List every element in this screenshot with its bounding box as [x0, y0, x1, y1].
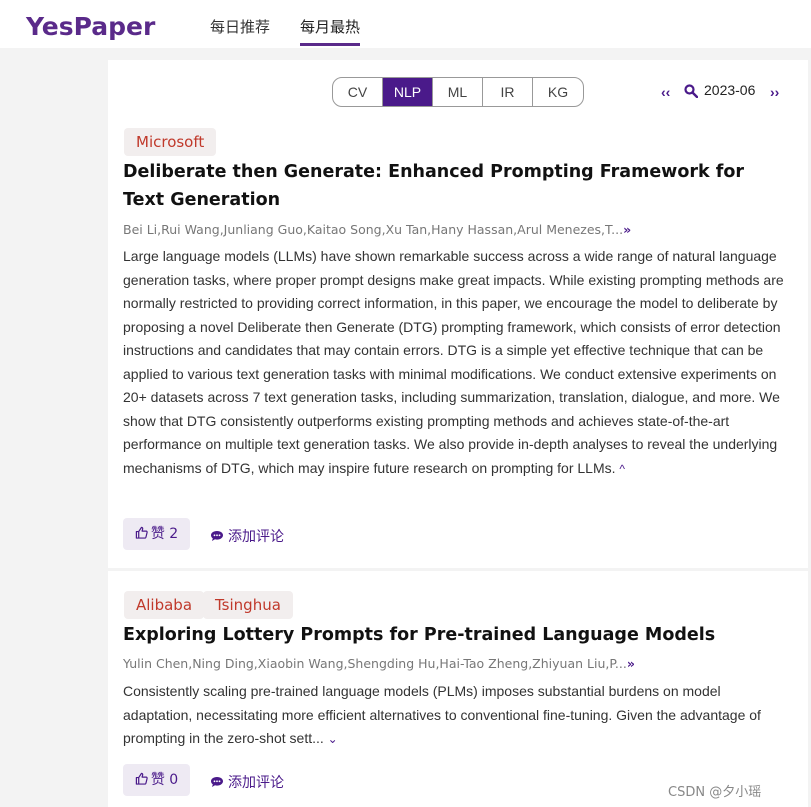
prev-month-button[interactable]: ‹‹ — [661, 84, 670, 100]
collapse-abstract-button[interactable]: ^ — [619, 462, 625, 476]
nav-tab-monthly[interactable]: 每月最热 — [300, 16, 360, 37]
paper-title[interactable]: Deliberate then Generate: Enhanced Promp… — [123, 158, 783, 214]
category-ir[interactable]: IR — [483, 78, 533, 106]
category-selector: CV NLP ML IR KG — [332, 77, 584, 107]
category-nlp[interactable]: NLP — [383, 78, 433, 106]
paper-authors: Bei Li,Rui Wang,Junliang Guo,Kaitao Song… — [123, 222, 631, 237]
month-label[interactable]: 2023-06 — [704, 82, 755, 98]
authors-text: Bei Li,Rui Wang,Junliang Guo,Kaitao Song… — [123, 222, 624, 237]
paper-abstract: Consistently scaling pre-trained languag… — [123, 680, 787, 752]
top-header: YesPaper 每日推荐 每月最热 — [0, 0, 811, 48]
org-tag: Microsoft — [124, 128, 217, 156]
expand-authors-button[interactable]: » — [627, 656, 635, 671]
expand-abstract-button[interactable]: ⌄ — [328, 732, 338, 746]
add-comment-button[interactable]: 添加评论 — [210, 772, 284, 792]
authors-text: Yulin Chen,Ning Ding,Xiaobin Wang,Shengd… — [123, 656, 627, 671]
comment-label: 添加评论 — [228, 529, 284, 545]
paper-abstract: Large language models (LLMs) have shown … — [123, 245, 787, 481]
category-ml[interactable]: ML — [433, 78, 483, 106]
like-count: 赞 2 — [150, 526, 179, 542]
search-icon[interactable] — [684, 84, 698, 98]
category-cv[interactable]: CV — [333, 78, 383, 106]
like-button[interactable]: 赞 2 — [123, 518, 190, 550]
abstract-text: Large language models (LLMs) have shown … — [123, 248, 784, 476]
paper-authors: Yulin Chen,Ning Ding,Xiaobin Wang,Shengd… — [123, 656, 635, 671]
org-tag: Alibaba — [124, 591, 205, 619]
thumbs-up-icon — [135, 526, 148, 539]
next-month-button[interactable]: ›› — [770, 84, 779, 100]
thumbs-up-icon — [135, 772, 148, 785]
comment-label: 添加评论 — [228, 775, 284, 791]
comment-icon — [211, 777, 223, 787]
expand-authors-button[interactable]: » — [623, 222, 631, 237]
site-logo[interactable]: YesPaper — [26, 12, 155, 41]
category-kg[interactable]: KG — [533, 78, 583, 106]
comment-icon — [211, 531, 223, 541]
abstract-text: Consistently scaling pre-trained languag… — [123, 683, 761, 746]
org-tag: Tsinghua — [203, 591, 293, 619]
nav-tab-daily[interactable]: 每日推荐 — [210, 16, 270, 37]
like-button[interactable]: 赞 0 — [123, 764, 190, 796]
watermark: CSDN @夕小瑶 — [668, 785, 762, 800]
like-count: 赞 0 — [150, 772, 179, 788]
paper-title[interactable]: Exploring Lottery Prompts for Pre-traine… — [123, 621, 783, 649]
active-tab-indicator — [300, 43, 360, 46]
add-comment-button[interactable]: 添加评论 — [210, 526, 284, 546]
